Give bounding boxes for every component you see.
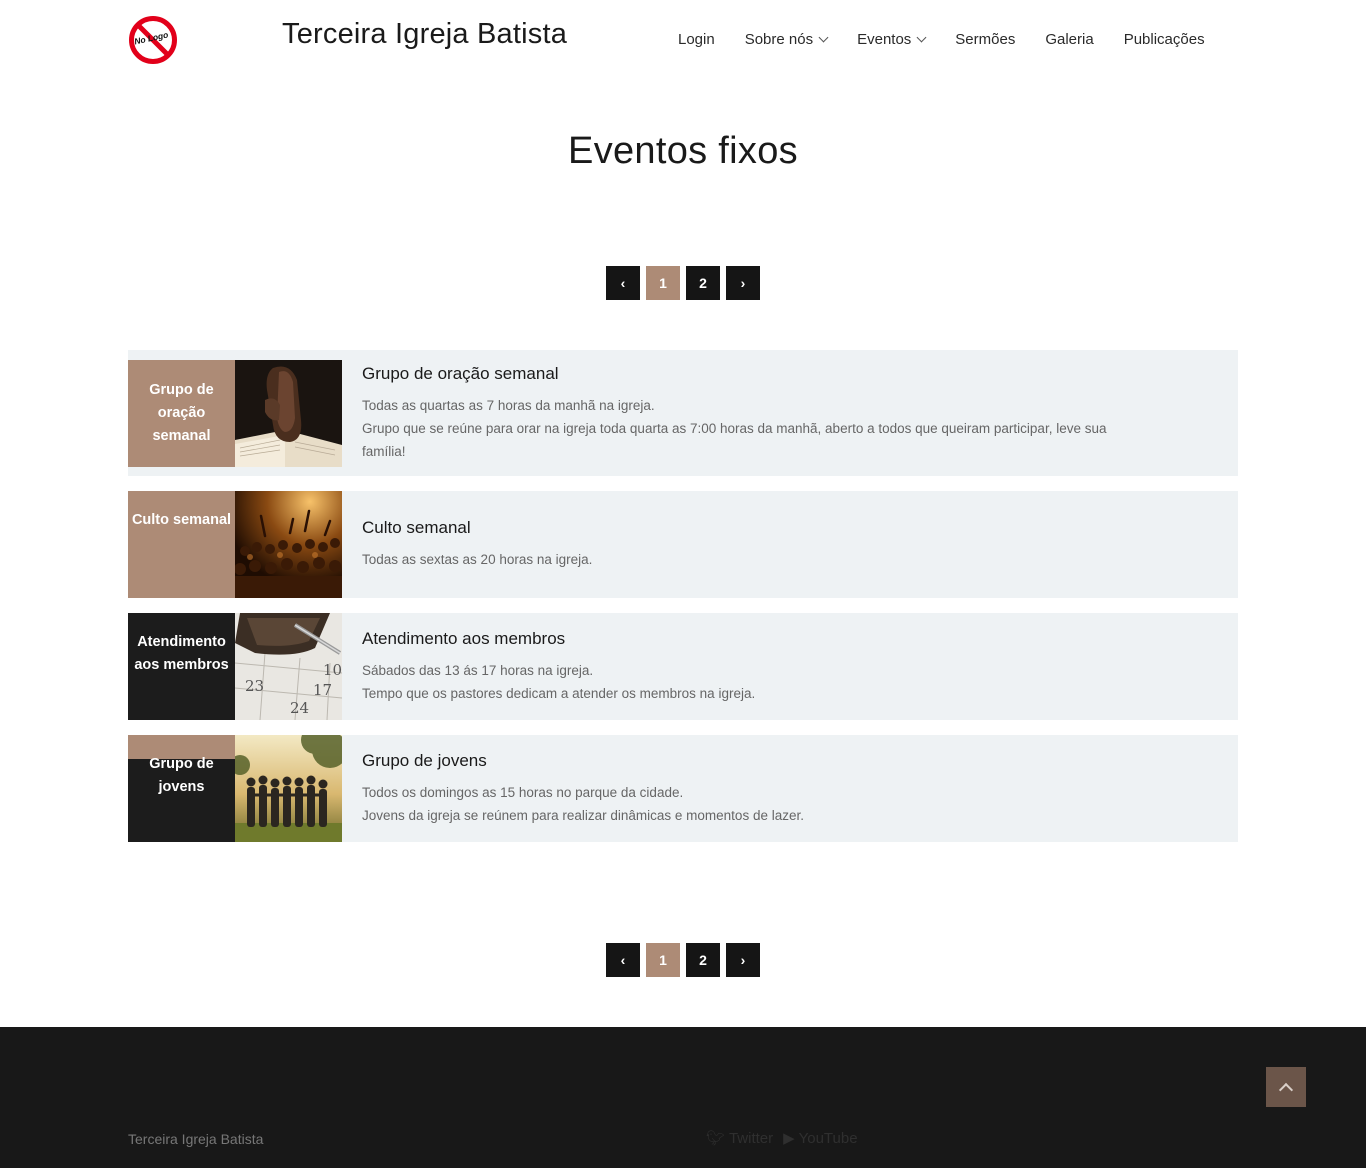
svg-text:23: 23 [245, 677, 264, 695]
site-header: No Logo Terceira Igreja Batista Login So… [0, 0, 1366, 80]
pagination-prev-button[interactable]: ‹ [606, 266, 640, 300]
main-nav: Login Sobre nós Eventos Sermões Galeria … [678, 31, 1205, 48]
nav-login[interactable]: Login [678, 31, 715, 48]
events-list: Grupo de oração semanal Grupo de oração … [128, 350, 1238, 857]
event-image-youth-group [235, 735, 342, 842]
nav-galeria[interactable]: Galeria [1045, 31, 1093, 48]
footer-site-title: Terceira Igreja Batista [128, 1131, 264, 1147]
event-label: Grupo de oração semanal [128, 360, 235, 467]
twitter-icon: 🐦︎ [706, 1130, 726, 1147]
event-title[interactable]: Grupo de oração semanal [362, 364, 1106, 384]
event-label: Grupo de jovens [128, 735, 235, 842]
event-schedule: Todas as quartas as 7 horas da manhã na … [362, 398, 655, 413]
nav-sermoes-label: Sermões [955, 31, 1016, 48]
twitter-label: Twitter [728, 1130, 774, 1147]
event-title[interactable]: Grupo de jovens [362, 751, 804, 771]
event-schedule: Todas as sextas as 20 horas na igreja. [362, 552, 593, 567]
event-image-calendar: 23 17 24 10 [235, 613, 342, 720]
pagination-page-1[interactable]: 1 [646, 943, 680, 977]
nav-sobre-nos-label: Sobre nós [744, 31, 814, 48]
svg-text:10: 10 [323, 661, 342, 679]
youtube-icon: ▶︎ [783, 1130, 795, 1147]
nav-eventos-label: Eventos [857, 31, 912, 48]
event-label: Culto semanal [128, 491, 235, 598]
nav-sobre-nos[interactable]: Sobre nós [744, 31, 829, 48]
nav-galeria-label: Galeria [1045, 31, 1094, 48]
pagination-next-button[interactable]: › [726, 266, 760, 300]
event-description: Grupo que se reúne para orar na igreja t… [362, 421, 1107, 436]
svg-text:24: 24 [290, 699, 309, 717]
nav-eventos[interactable]: Eventos [857, 31, 927, 48]
event-title[interactable]: Atendimento aos membros [362, 629, 755, 649]
event-card[interactable]: Grupo de jovens Grupo de jovens Todos os… [128, 735, 1238, 842]
pagination-prev-button[interactable]: ‹ [606, 943, 640, 977]
page-title: Eventos fixos [568, 130, 798, 172]
no-logo-icon[interactable]: No Logo [128, 15, 178, 65]
youtube-label: YouTube [798, 1130, 858, 1147]
pagination-bottom: ‹ 1 2 › [606, 943, 760, 977]
pagination-page-2[interactable]: 2 [686, 943, 720, 977]
back-to-top-button[interactable] [1266, 1067, 1306, 1107]
event-card[interactable]: Culto semanal Culto semanal Todas as sex… [128, 491, 1238, 598]
event-schedule: Sábados das 13 ás 17 horas na igreja. [362, 663, 594, 678]
site-title[interactable]: Terceira Igreja Batista [282, 18, 567, 51]
nav-login-label: Login [678, 31, 715, 48]
event-schedule: Todos os domingos as 15 horas no parque … [362, 785, 684, 800]
event-image-worship-crowd [235, 491, 342, 598]
event-card[interactable]: Atendimento aos membros 23 17 24 10 Aten… [128, 613, 1238, 720]
event-description: Tempo que os pastores dedicam a atender … [362, 686, 756, 701]
chevron-down-icon [818, 32, 829, 42]
event-description: Jovens da igreja se reúnem para realizar… [362, 808, 804, 823]
pagination-page-2[interactable]: 2 [686, 266, 720, 300]
event-card[interactable]: Grupo de oração semanal Grupo de oração … [128, 350, 1238, 476]
event-description-cont: família! [362, 444, 406, 459]
twitter-link[interactable]: 🐦︎ Twitter [706, 1129, 773, 1147]
pagination-top: ‹ 1 2 › [606, 266, 760, 300]
event-label: Atendimento aos membros [128, 613, 235, 720]
event-body: Grupo de jovens Todos os domingos as 15 … [342, 735, 854, 842]
event-image-praying-hands [235, 360, 342, 467]
chevron-up-icon [1278, 1082, 1294, 1097]
chevron-down-icon [916, 32, 927, 42]
event-body: Atendimento aos membros Sábados das 13 á… [342, 613, 805, 720]
site-footer: Terceira Igreja Batista 🐦︎ Twitter ▶︎ Yo… [0, 1027, 1366, 1168]
event-title[interactable]: Culto semanal [362, 518, 592, 538]
svg-text:17: 17 [313, 681, 332, 699]
event-body: Culto semanal Todas as sextas as 20 hora… [342, 491, 642, 598]
pagination-page-1[interactable]: 1 [646, 266, 680, 300]
social-links: 🐦︎ Twitter ▶︎ YouTube [706, 1129, 858, 1147]
event-body: Grupo de oração semanal Todas as quartas… [342, 350, 1156, 476]
pagination-next-button[interactable]: › [726, 943, 760, 977]
nav-publicacoes-label: Publicações [1123, 31, 1205, 48]
nav-publicacoes[interactable]: Publicações [1124, 31, 1205, 48]
youtube-link[interactable]: ▶︎ YouTube [783, 1129, 857, 1147]
nav-sermoes[interactable]: Sermões [955, 31, 1015, 48]
